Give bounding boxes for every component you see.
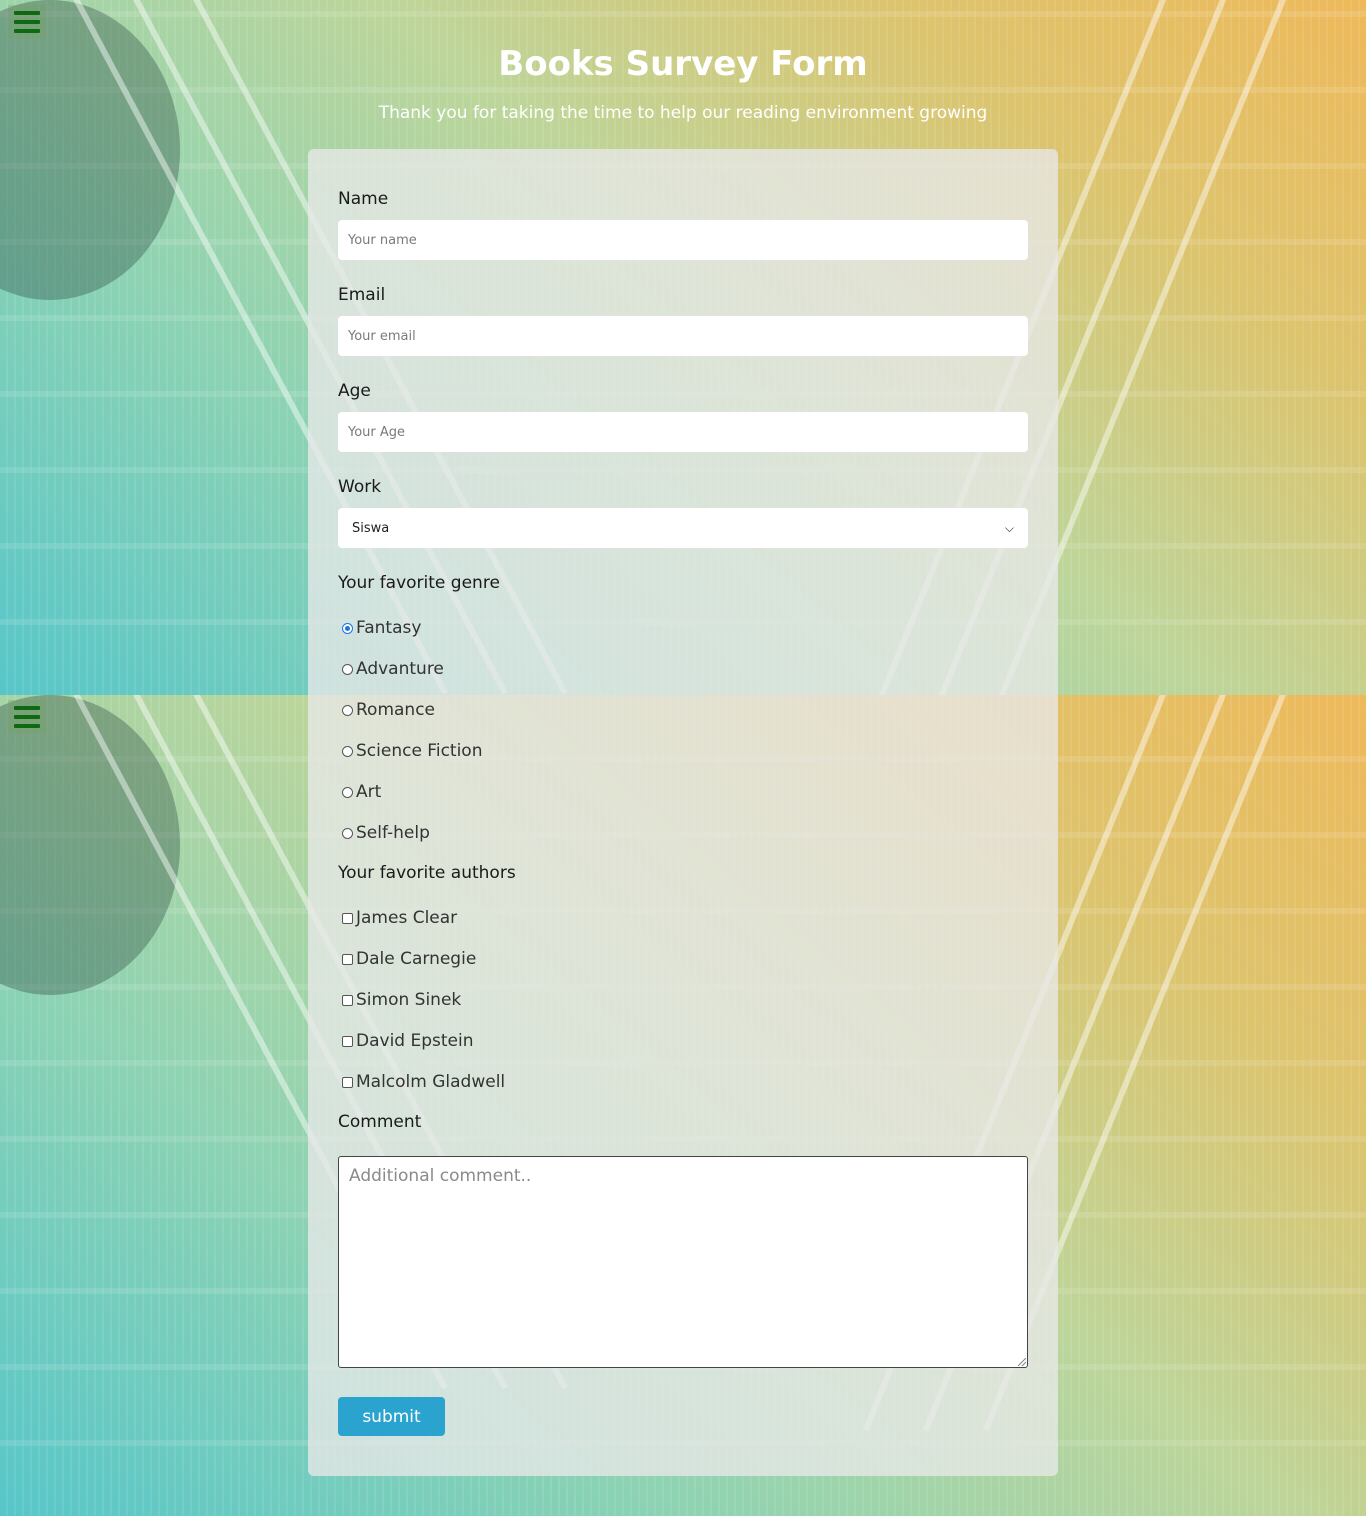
name-label: Name — [338, 189, 389, 209]
checkbox-dale-carnegie[interactable] — [342, 953, 353, 965]
genre-option-fantasy[interactable]: Fantasy — [342, 618, 421, 638]
chevron-down-icon: ⌵ — [1004, 520, 1014, 535]
radio-romance[interactable] — [342, 704, 353, 716]
genre-option-label: Romance — [356, 700, 436, 720]
author-option-label: Dale Carnegie — [356, 949, 477, 969]
author-option-david-epstein[interactable]: David Epstein — [342, 1031, 474, 1051]
checkbox-david-epstein[interactable] — [342, 1035, 353, 1047]
name-input[interactable] — [338, 220, 1028, 260]
radio-art[interactable] — [342, 786, 353, 798]
author-option-simon-sinek[interactable]: Simon Sinek — [342, 990, 461, 1010]
author-option-label: Simon Sinek — [356, 990, 462, 1010]
email-label: Email — [338, 285, 386, 305]
comment-textarea[interactable] — [338, 1156, 1028, 1368]
authors-label: Your favorite authors — [338, 863, 516, 883]
hamburger-menu-icon-repeat[interactable] — [8, 700, 46, 734]
radio-self-help[interactable] — [342, 827, 353, 839]
genre-option-label: Self-help — [356, 823, 430, 843]
work-label: Work — [338, 477, 382, 497]
hamburger-menu-icon[interactable] — [8, 5, 46, 39]
genre-option-label: Art — [356, 782, 382, 802]
work-select-value: Siswa — [352, 520, 390, 536]
resize-handle-icon[interactable] — [1018, 1358, 1026, 1366]
genre-label: Your favorite genre — [338, 573, 500, 593]
genre-option-label: Fantasy — [356, 618, 422, 638]
checkbox-malcolm-gladwell[interactable] — [342, 1076, 353, 1088]
checkbox-james-clear[interactable] — [342, 912, 353, 924]
work-select[interactable]: Siswa ⌵ — [338, 508, 1028, 548]
page-title: Books Survey Form — [498, 44, 868, 84]
author-option-james-clear[interactable]: James Clear — [342, 908, 457, 928]
age-label: Age — [338, 381, 371, 401]
author-option-label: David Epstein — [356, 1031, 474, 1051]
age-input[interactable] — [338, 412, 1028, 452]
genre-option-label: Science Fiction — [356, 741, 483, 761]
author-option-label: James Clear — [356, 908, 458, 928]
comment-label: Comment — [338, 1112, 422, 1132]
author-option-malcolm-gladwell[interactable]: Malcolm Gladwell — [342, 1072, 505, 1092]
author-option-dale-carnegie[interactable]: Dale Carnegie — [342, 949, 476, 969]
genre-option-romance[interactable]: Romance — [342, 700, 435, 720]
author-option-label: Malcolm Gladwell — [356, 1072, 506, 1092]
checkbox-simon-sinek[interactable] — [342, 994, 353, 1006]
radio-advanture[interactable] — [342, 663, 353, 675]
genre-option-art[interactable]: Art — [342, 782, 381, 802]
radio-science-fiction[interactable] — [342, 745, 353, 757]
submit-button[interactable]: submit — [338, 1397, 445, 1436]
email-input[interactable] — [338, 316, 1028, 356]
page-subtitle: Thank you for taking the time to help ou… — [378, 103, 988, 123]
genre-option-self-help[interactable]: Self-help — [342, 823, 430, 843]
radio-fantasy[interactable] — [342, 622, 353, 634]
genre-option-science-fiction[interactable]: Science Fiction — [342, 741, 482, 761]
survey-form: Name Email Age Work Siswa ⌵ Your favorit… — [308, 149, 1058, 1476]
genre-option-advanture[interactable]: Advanture — [342, 659, 444, 679]
genre-option-label: Advanture — [356, 659, 444, 679]
